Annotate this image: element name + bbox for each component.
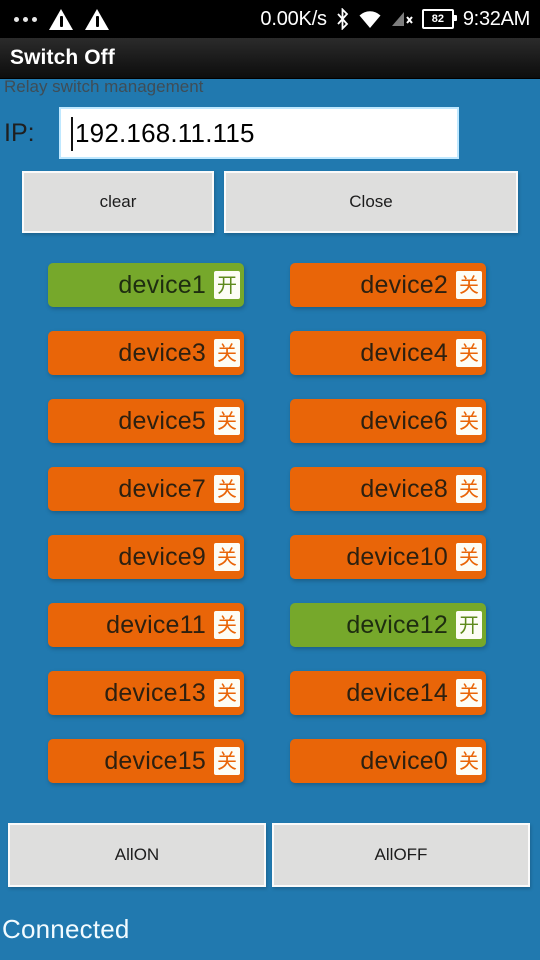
device-row: device5 关 device6 关 [0, 399, 540, 467]
device-row: device13 关 device14 关 [0, 671, 540, 739]
phone-screen: 0.00K/s 82 9:32AM Switch Off Relay switc… [0, 0, 540, 960]
close-button[interactable]: Close [224, 171, 518, 233]
device-label: device7 [118, 474, 206, 503]
device-button-device7[interactable]: device7 关 [48, 467, 244, 511]
device-state-icon: 关 [456, 679, 482, 707]
device-button-device3[interactable]: device3 关 [48, 331, 244, 375]
device-state-icon: 开 [214, 271, 240, 299]
device-label: device8 [360, 474, 448, 503]
device-state-icon: 关 [456, 747, 482, 775]
device-state-icon: 关 [214, 611, 240, 639]
connection-status-text: Connected [2, 914, 130, 944]
device-row: device11 关 device12 开 [0, 603, 540, 671]
device-button-device9[interactable]: device9 关 [48, 535, 244, 579]
device-label: device1 [118, 270, 206, 299]
device-label: device10 [346, 542, 448, 571]
device-state-icon: 关 [456, 543, 482, 571]
device-label: device6 [360, 406, 448, 435]
global-control-row: AllON AllOFF [0, 823, 540, 895]
device-state-icon: 关 [214, 339, 240, 367]
device-button-device8[interactable]: device8 关 [290, 467, 486, 511]
device-button-device13[interactable]: device13 关 [48, 671, 244, 715]
status-bar-right: 0.00K/s 82 9:32AM [260, 8, 540, 31]
device-label: device5 [118, 406, 206, 435]
main-content: Relay switch management IP: 192.168.11.1… [0, 77, 540, 960]
status-bar: 0.00K/s 82 9:32AM [0, 0, 540, 38]
device-state-icon: 关 [214, 407, 240, 435]
device-row: device3 关 device4 关 [0, 331, 540, 399]
device-state-icon: 关 [214, 679, 240, 707]
all-on-button[interactable]: AllON [8, 823, 266, 887]
wifi-icon [359, 10, 381, 28]
device-label: device0 [360, 746, 448, 775]
bluetooth-icon [337, 8, 349, 30]
page-title: Switch Off [10, 46, 115, 69]
status-bar-left [0, 8, 109, 30]
device-label: device2 [360, 270, 448, 299]
device-button-device11[interactable]: device11 关 [48, 603, 244, 647]
device-button-device1[interactable]: device1 开 [48, 263, 244, 307]
device-label: device13 [104, 678, 206, 707]
signal-no-service-icon [391, 12, 413, 26]
device-grid: device1 开 device2 关 device3 关 device4 关 [0, 263, 540, 807]
more-dots-icon [14, 16, 37, 22]
warning-triangle-icon [85, 8, 109, 30]
subtitle-text: Relay switch management [4, 77, 204, 96]
device-row: device15 关 device0 关 [0, 739, 540, 807]
device-state-icon: 关 [214, 475, 240, 503]
device-state-icon: 关 [456, 407, 482, 435]
device-label: device11 [106, 610, 206, 639]
device-label: device12 [346, 610, 448, 639]
battery-level-text: 82 [431, 12, 444, 25]
device-row: device9 关 device10 关 [0, 535, 540, 603]
connection-button-row: clear Close [0, 171, 540, 241]
device-state-icon: 开 [456, 611, 482, 639]
device-state-icon: 关 [456, 271, 482, 299]
device-row: device7 关 device8 关 [0, 467, 540, 535]
device-button-device2[interactable]: device2 关 [290, 263, 486, 307]
ip-input-value: 192.168.11.115 [75, 117, 255, 148]
device-button-device5[interactable]: device5 关 [48, 399, 244, 443]
device-button-device12[interactable]: device12 开 [290, 603, 486, 647]
warning-triangle-icon [49, 8, 73, 30]
device-button-device0[interactable]: device0 关 [290, 739, 486, 783]
device-button-device10[interactable]: device10 关 [290, 535, 486, 579]
text-caret [71, 117, 73, 151]
device-state-icon: 关 [456, 475, 482, 503]
device-state-icon: 关 [214, 747, 240, 775]
all-off-button[interactable]: AllOFF [272, 823, 530, 887]
device-button-device4[interactable]: device4 关 [290, 331, 486, 375]
device-label: device3 [118, 338, 206, 367]
device-label: device4 [360, 338, 448, 367]
device-state-icon: 关 [214, 543, 240, 571]
device-button-device14[interactable]: device14 关 [290, 671, 486, 715]
clock-text: 9:32AM [462, 7, 530, 30]
device-state-icon: 关 [456, 339, 482, 367]
ip-input[interactable]: 192.168.11.115 [59, 107, 459, 159]
device-label: device14 [346, 678, 448, 707]
app-title-bar: Switch Off [0, 38, 540, 79]
network-speed-text: 0.00K/s [260, 7, 327, 30]
device-button-device15[interactable]: device15 关 [48, 739, 244, 783]
clear-button[interactable]: clear [22, 171, 214, 233]
ip-label: IP: [4, 118, 35, 147]
device-label: device9 [118, 542, 206, 571]
device-row: device1 开 device2 关 [0, 263, 540, 331]
device-button-device6[interactable]: device6 关 [290, 399, 486, 443]
ip-row: IP: 192.168.11.115 [0, 103, 540, 163]
battery-icon: 82 [421, 9, 457, 29]
device-label: device15 [104, 746, 206, 775]
